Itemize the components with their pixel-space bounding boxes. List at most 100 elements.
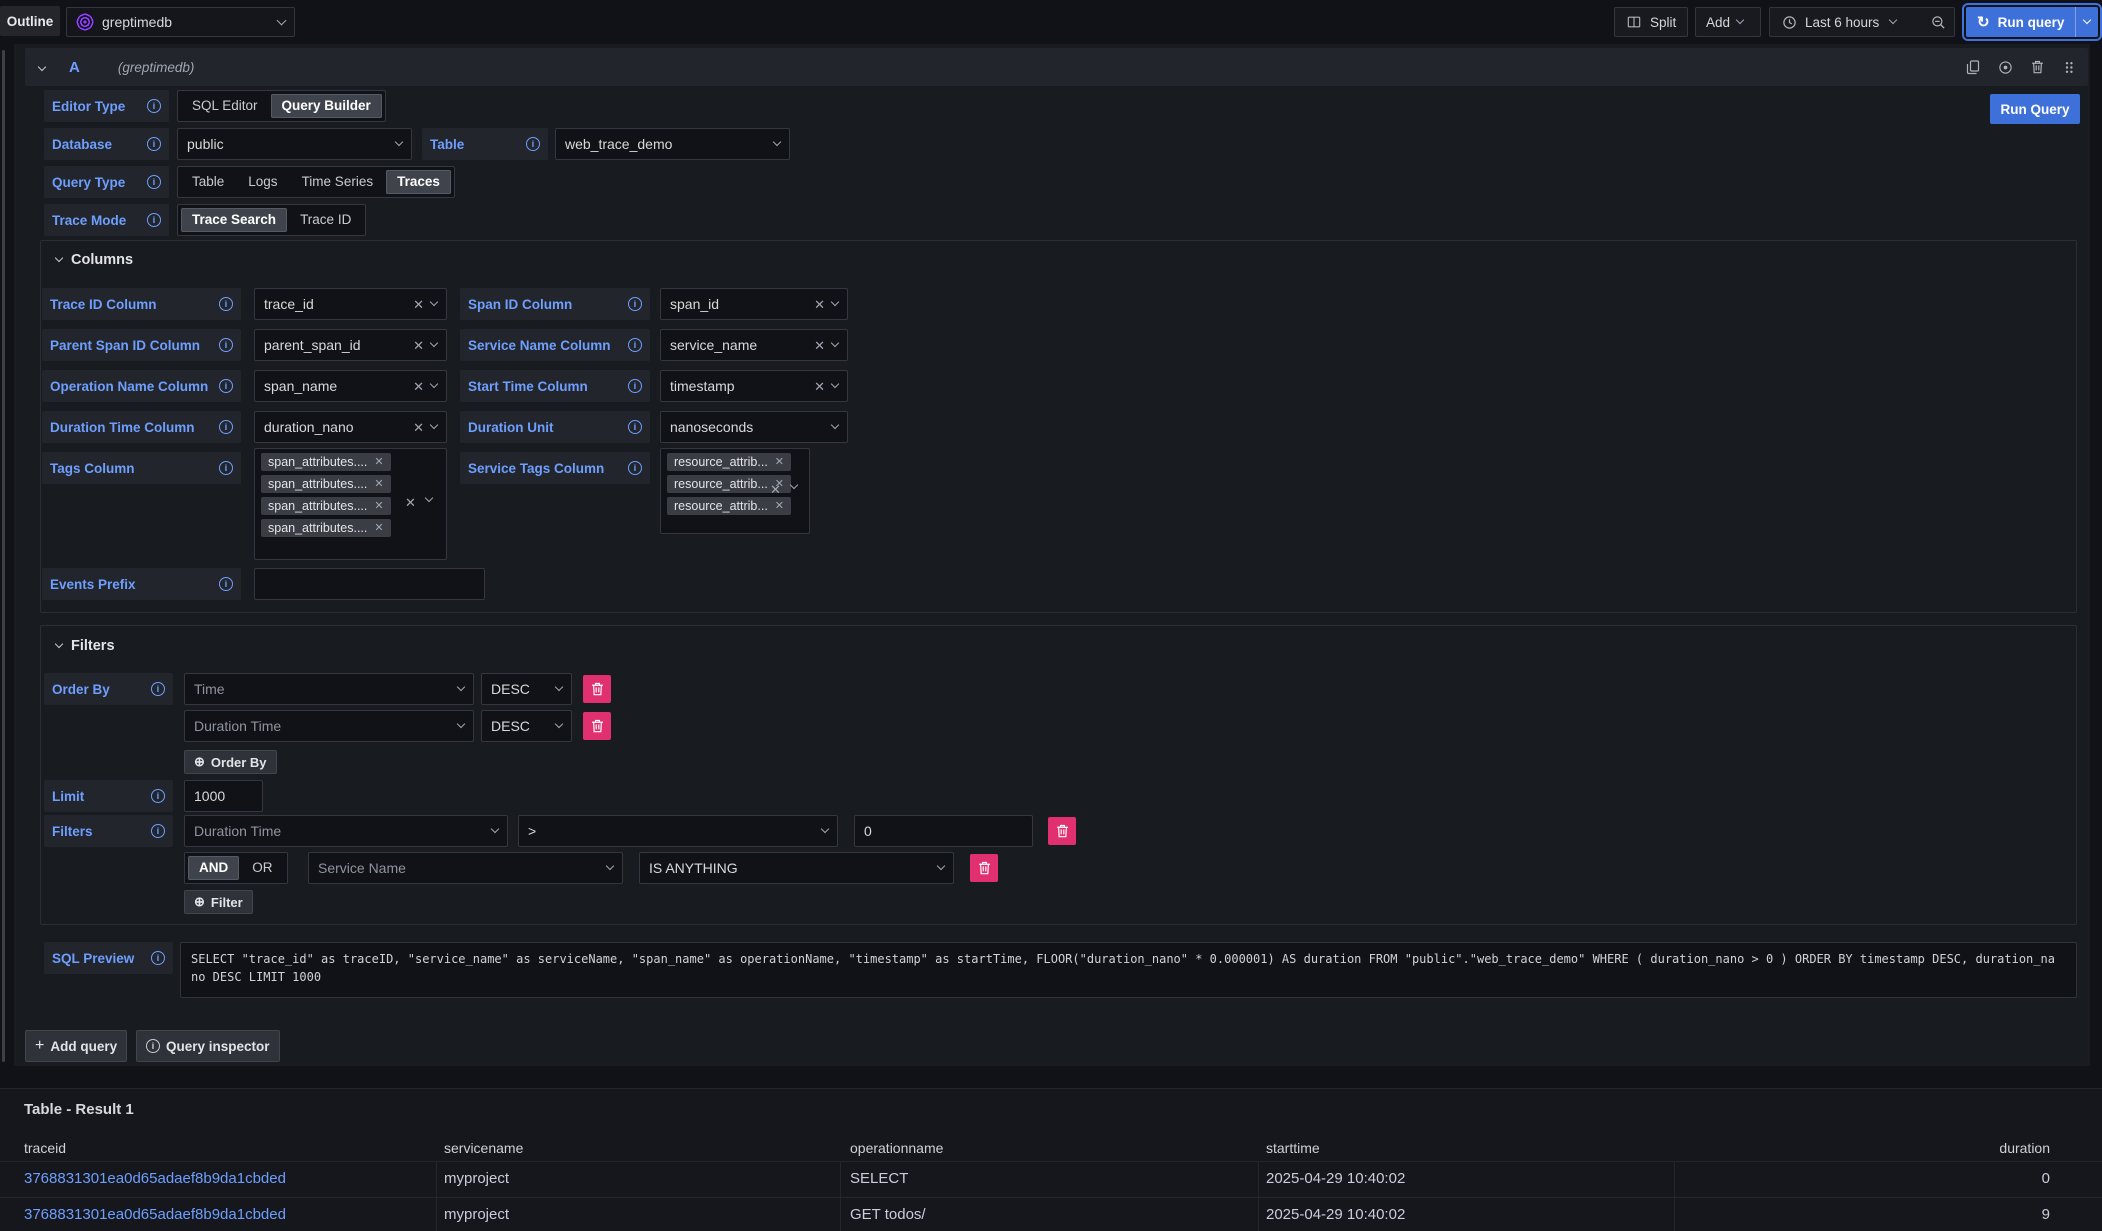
- column-header-duration[interactable]: duration: [1674, 1135, 2076, 1161]
- zoom-out-time-button[interactable]: [1922, 7, 1955, 37]
- events-prefix-input[interactable]: [254, 568, 485, 600]
- column-header-operationname[interactable]: operationname: [850, 1135, 1240, 1161]
- order-by-field-select[interactable]: Time: [184, 673, 474, 705]
- remove-order-by-button-2[interactable]: [583, 712, 611, 740]
- column-header-traceid[interactable]: traceid: [24, 1135, 424, 1161]
- clear-icon[interactable]: ✕: [814, 380, 825, 393]
- clear-all-icon[interactable]: ✕: [405, 496, 416, 509]
- remove-chip-icon[interactable]: ✕: [775, 501, 784, 512]
- remove-chip-icon[interactable]: ✕: [374, 523, 383, 534]
- table-select[interactable]: web_trace_demo: [555, 128, 790, 160]
- hide-response-eye-icon[interactable]: [1996, 58, 2014, 76]
- info-icon[interactable]: i: [628, 297, 642, 311]
- info-icon[interactable]: i: [147, 213, 161, 227]
- run-query-dropdown[interactable]: [2075, 7, 2098, 37]
- order-by-direction-select-2[interactable]: DESC: [481, 710, 572, 742]
- trace-id-link[interactable]: 3768831301ea0d65adaef8b9da1cbded: [24, 1197, 424, 1231]
- query-type-logs[interactable]: Logs: [237, 170, 288, 194]
- info-icon[interactable]: i: [219, 420, 233, 434]
- editor-type-sql-option[interactable]: SQL Editor: [181, 94, 269, 118]
- query-type-traces[interactable]: Traces: [386, 170, 451, 194]
- remove-chip-icon[interactable]: ✕: [374, 479, 383, 490]
- order-by-field-select-2[interactable]: Duration Time: [184, 710, 474, 742]
- clear-icon[interactable]: ✕: [814, 339, 825, 352]
- info-icon[interactable]: i: [219, 577, 233, 591]
- database-select[interactable]: public: [177, 128, 412, 160]
- time-range-picker[interactable]: Last 6 hours: [1769, 7, 1923, 37]
- info-icon[interactable]: i: [219, 338, 233, 352]
- or-option[interactable]: OR: [241, 856, 283, 880]
- info-icon[interactable]: i: [219, 379, 233, 393]
- filter-field-select[interactable]: Duration Time: [184, 815, 508, 847]
- info-icon[interactable]: i: [151, 682, 165, 696]
- info-icon[interactable]: i: [628, 461, 642, 475]
- scroll-indicator[interactable]: [2, 50, 5, 1062]
- tags-column-multiselect[interactable]: span_attributes....✕ span_attributes....…: [254, 448, 447, 560]
- filters-section-title[interactable]: Filters: [56, 636, 115, 656]
- clear-icon[interactable]: ✕: [413, 380, 424, 393]
- info-icon[interactable]: i: [151, 789, 165, 803]
- panel-run-query-button[interactable]: Run Query: [1990, 94, 2080, 124]
- remove-query-trash-icon[interactable]: [2028, 58, 2046, 76]
- column-header-servicename[interactable]: servicename: [444, 1135, 824, 1161]
- query-inspector-button[interactable]: i Query inspector: [136, 1030, 280, 1062]
- filter-field-select-2[interactable]: Service Name: [308, 852, 623, 884]
- clear-icon[interactable]: ✕: [814, 298, 825, 311]
- run-query-button[interactable]: ↻ Run query: [1966, 7, 2075, 37]
- remove-chip-icon[interactable]: ✕: [775, 457, 784, 468]
- remove-chip-icon[interactable]: ✕: [374, 457, 383, 468]
- filter-operator-select[interactable]: >: [518, 815, 838, 847]
- query-row-header[interactable]: A (greptimedb): [25, 48, 2088, 86]
- filter-value-input[interactable]: 0: [854, 815, 1033, 847]
- add-button[interactable]: Add: [1695, 7, 1761, 37]
- trace-mode-search[interactable]: Trace Search: [181, 208, 287, 232]
- parent-span-id-column-select[interactable]: parent_span_id ✕: [254, 329, 447, 361]
- clear-icon[interactable]: ✕: [413, 298, 424, 311]
- columns-section-title[interactable]: Columns: [56, 250, 133, 270]
- split-button[interactable]: Split: [1614, 7, 1688, 37]
- info-icon[interactable]: i: [147, 99, 161, 113]
- info-icon[interactable]: i: [628, 379, 642, 393]
- info-icon[interactable]: i: [526, 137, 540, 151]
- collapse-chevron-icon[interactable]: [38, 63, 46, 71]
- service-name-column-select[interactable]: service_name ✕: [660, 329, 848, 361]
- clear-icon[interactable]: ✕: [413, 339, 424, 352]
- info-icon[interactable]: i: [151, 824, 165, 838]
- duration-unit-select[interactable]: nanoseconds: [660, 411, 848, 443]
- info-icon[interactable]: i: [219, 461, 233, 475]
- remove-filter-button[interactable]: [1048, 817, 1076, 845]
- info-icon[interactable]: i: [151, 951, 165, 965]
- remove-order-by-button[interactable]: [583, 675, 611, 703]
- drag-handle-icon[interactable]: [2060, 58, 2078, 76]
- remove-filter-button-2[interactable]: [970, 854, 998, 882]
- info-icon[interactable]: i: [219, 297, 233, 311]
- duration-time-column-select[interactable]: duration_nano ✕: [254, 411, 447, 443]
- limit-input[interactable]: 1000: [184, 780, 263, 812]
- trace-id-column-select[interactable]: trace_id ✕: [254, 288, 447, 320]
- datasource-picker[interactable]: greptimedb: [66, 7, 295, 37]
- clear-icon[interactable]: ✕: [413, 421, 424, 434]
- duplicate-query-icon[interactable]: [1964, 58, 1982, 76]
- service-tags-multiselect[interactable]: resource_attrib...✕ resource_attrib...✕ …: [660, 448, 810, 534]
- trace-mode-id[interactable]: Trace ID: [289, 208, 362, 232]
- query-type-table[interactable]: Table: [181, 170, 235, 194]
- clear-all-icon[interactable]: ✕: [770, 483, 781, 496]
- editor-type-builder-option[interactable]: Query Builder: [271, 94, 382, 118]
- outline-tab[interactable]: Outline: [0, 6, 60, 36]
- add-query-button[interactable]: + Add query: [25, 1030, 127, 1062]
- info-icon[interactable]: i: [147, 137, 161, 151]
- column-header-starttime[interactable]: starttime: [1266, 1135, 1656, 1161]
- order-by-direction-select[interactable]: DESC: [481, 673, 572, 705]
- info-icon[interactable]: i: [628, 338, 642, 352]
- span-id-column-select[interactable]: span_id ✕: [660, 288, 848, 320]
- filter-operator-select-2[interactable]: IS ANYTHING: [639, 852, 954, 884]
- info-icon[interactable]: i: [147, 175, 161, 189]
- operation-name-column-select[interactable]: span_name ✕: [254, 370, 447, 402]
- start-time-column-select[interactable]: timestamp ✕: [660, 370, 848, 402]
- add-order-by-button[interactable]: ⊕ Order By: [184, 750, 277, 774]
- trace-id-link[interactable]: 3768831301ea0d65adaef8b9da1cbded: [24, 1161, 424, 1197]
- add-filter-button[interactable]: ⊕ Filter: [184, 890, 253, 914]
- and-option[interactable]: AND: [188, 856, 239, 880]
- info-icon[interactable]: i: [628, 420, 642, 434]
- remove-chip-icon[interactable]: ✕: [374, 501, 383, 512]
